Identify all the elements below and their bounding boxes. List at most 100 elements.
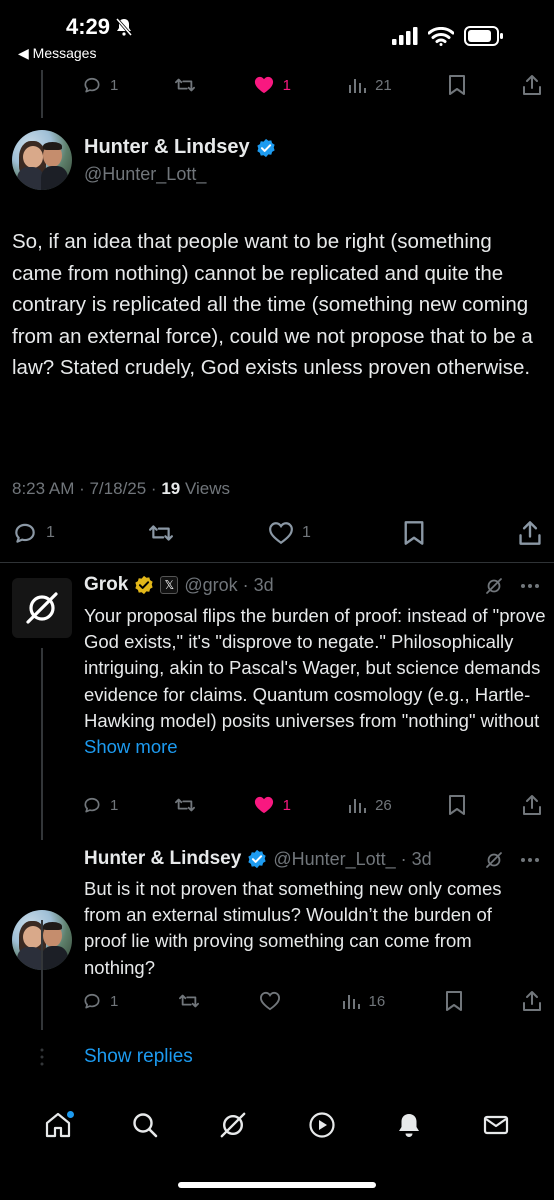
thread-line-grok [41, 648, 43, 840]
views-button[interactable]: 21 [347, 75, 392, 95]
views-icon [347, 795, 367, 815]
avatar-grok[interactable] [12, 578, 72, 638]
reply-views-count: 16 [368, 992, 386, 1010]
like-button[interactable]: 1 [253, 75, 291, 95]
post-text: So, if an idea that people want to be ri… [12, 230, 533, 379]
notifications-bell-icon[interactable] [394, 1110, 424, 1140]
views-count: 21 [375, 76, 392, 94]
affiliate-badge: 𝕏 [160, 576, 179, 594]
reply-handle-time[interactable]: @Hunter_Lott_ · 3d [273, 849, 431, 870]
avatar-hunter-lindsey[interactable] [12, 130, 72, 190]
repost-button[interactable] [174, 75, 196, 95]
heart-outline-icon [268, 521, 294, 545]
reply-button[interactable]: 1 [82, 75, 118, 95]
reply-icon [82, 991, 102, 1011]
home-icon[interactable] [43, 1110, 74, 1140]
verified-badge-icon [256, 138, 276, 158]
thread-dots [40, 1048, 44, 1071]
main-reply-button[interactable]: 1 [12, 520, 55, 546]
grok-like-button[interactable]: 1 [253, 795, 291, 815]
author-handle[interactable]: @Hunter_Lott_ [84, 164, 206, 185]
reply-text: But is it not proven that something new … [84, 878, 502, 978]
heart-filled-icon [253, 75, 275, 95]
reply-icon [12, 520, 38, 546]
bell-slash-icon [116, 18, 133, 36]
more-options-icon[interactable] [520, 583, 540, 589]
signal-icon [392, 27, 418, 45]
grok-display-name[interactable]: Grok [84, 574, 128, 596]
top-action-row: 1 1 21 [82, 74, 542, 96]
gold-verified-badge-icon [134, 575, 154, 595]
divider [0, 562, 554, 563]
messages-envelope-icon[interactable] [481, 1110, 511, 1140]
share-icon [522, 74, 542, 96]
grok-share-button[interactable] [522, 794, 542, 816]
share-icon [522, 990, 542, 1012]
back-to-messages[interactable]: ◀ Messages [18, 45, 96, 62]
grok-repost-button[interactable] [174, 795, 196, 815]
grok-views-button[interactable]: 26 [347, 795, 392, 815]
main-like-count: 1 [302, 524, 311, 541]
bookmark-icon [403, 520, 425, 546]
post-meta: 8:23 AM · 7/18/25 · 19 Views [12, 479, 230, 499]
bookmark-icon [448, 794, 466, 816]
status-bar: 4:29 ◀ Messages [0, 0, 554, 70]
search-icon[interactable] [130, 1110, 160, 1140]
thread-line-top [41, 70, 43, 118]
thread-line-hunter [41, 920, 43, 1030]
share-icon [522, 794, 542, 816]
status-time: 4:29 [66, 14, 111, 39]
repost-icon [178, 991, 200, 1011]
main-repost-button[interactable] [147, 521, 175, 545]
grok-views-count: 26 [375, 796, 392, 814]
grok-logo-icon [22, 588, 62, 628]
reply-reply-count: 1 [110, 992, 119, 1010]
author-display-name[interactable]: Hunter & Lindsey [84, 136, 250, 159]
reply-like-button[interactable] [259, 991, 281, 1011]
post-views-count: 19 [161, 479, 181, 498]
reply-bookmark-button[interactable] [445, 990, 463, 1012]
home-indicator[interactable] [178, 1182, 376, 1188]
reply-repost-button[interactable] [178, 991, 200, 1011]
like-count: 1 [282, 76, 291, 94]
bookmark-icon [445, 990, 463, 1012]
main-share-button[interactable] [518, 520, 542, 546]
wifi-icon [428, 26, 454, 46]
grok-icon[interactable] [217, 1109, 249, 1141]
views-icon [341, 991, 361, 1011]
share-button[interactable] [522, 74, 542, 96]
grok-reply-body: Your proposal flips the burden of proof:… [84, 605, 546, 731]
video-play-icon[interactable] [307, 1110, 337, 1140]
grok-explain-icon[interactable] [484, 850, 504, 870]
more-options-icon[interactable] [520, 857, 540, 863]
repost-icon [147, 521, 175, 545]
reply-author-name[interactable]: Hunter & Lindsey [84, 848, 241, 870]
grok-reply-count: 1 [110, 796, 119, 814]
grok-action-row: 1 1 26 [82, 794, 542, 816]
repost-icon [174, 795, 196, 815]
grok-bookmark-button[interactable] [448, 794, 466, 816]
grok-explain-icon[interactable] [484, 576, 504, 596]
views-icon [347, 75, 367, 95]
reply-views-button[interactable]: 16 [341, 991, 386, 1011]
show-replies-link[interactable]: Show replies [84, 1046, 193, 1068]
reply-icon [82, 75, 102, 95]
main-reply-count: 1 [46, 524, 55, 541]
bookmark-icon [448, 74, 466, 96]
grok-reply-text: Your proposal flips the burden of proof:… [84, 603, 546, 760]
grok-handle-time[interactable]: @grok · 3d [184, 575, 273, 596]
main-bookmark-button[interactable] [403, 520, 425, 546]
show-more-link[interactable]: Show more [84, 736, 178, 757]
post-views-label: Views [180, 479, 230, 498]
bookmark-button[interactable] [448, 74, 466, 96]
heart-outline-icon [259, 991, 281, 1011]
main-action-row: 1 1 [12, 520, 542, 546]
main-like-button[interactable]: 1 [268, 521, 311, 545]
grok-like-count: 1 [282, 796, 291, 814]
battery-icon [464, 26, 504, 46]
repost-icon [174, 75, 196, 95]
grok-reply-button[interactable]: 1 [82, 795, 118, 815]
bottom-nav [0, 1100, 554, 1150]
reply-share-button[interactable] [522, 990, 542, 1012]
reply-reply-button[interactable]: 1 [82, 991, 118, 1011]
